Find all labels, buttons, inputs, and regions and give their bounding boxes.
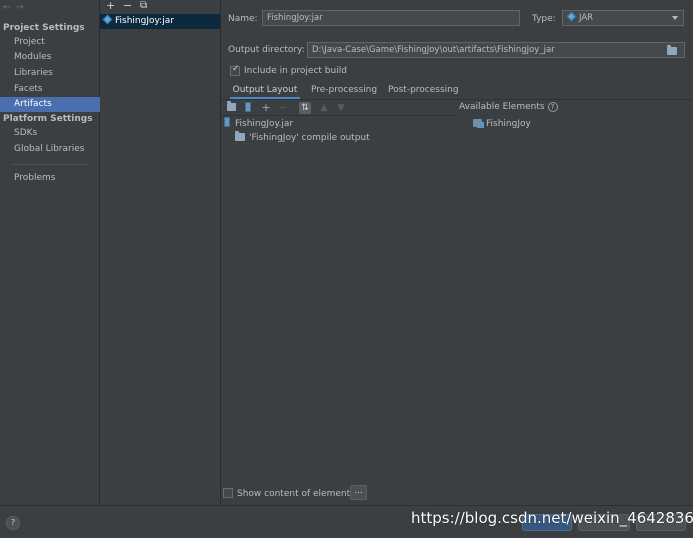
name-field[interactable]: FishingJoy:jar (262, 10, 520, 26)
project-settings-title: Project Settings (3, 23, 85, 33)
watermark-text: https://blog.csdn.net/weixin_46428363 (411, 509, 693, 527)
output-tree-child[interactable]: 'FishingJoy' compile output (235, 131, 370, 145)
type-label: Type: (532, 14, 556, 24)
new-folder-icon[interactable] (225, 101, 237, 114)
include-in-build-label: Include in project build (244, 66, 347, 76)
available-element-label: FishingJoy (486, 119, 531, 129)
forward-arrow-icon[interactable]: → (15, 2, 27, 13)
output-layout-toolbar: + − ⇅ ▲ ▼ (221, 100, 457, 116)
help-button[interactable]: ? (6, 516, 20, 530)
output-dir-value: D:\Java-Case\Game\FishingJoy\out\artifac… (312, 45, 555, 55)
artifact-toolbar: + − ⧉ (100, 0, 221, 14)
sidebar-item-problems[interactable]: Problems (0, 171, 100, 186)
sidebar-item-sdks[interactable]: SDKs (0, 126, 100, 141)
output-tree-root-label: FishingJoy.jar (235, 119, 294, 129)
nav-arrows: ←→ (3, 2, 28, 13)
available-elements-title: Available Elements? (459, 102, 558, 112)
copy-artifact-icon[interactable]: ⧉ (140, 0, 147, 12)
show-content-label: Show content of elements (237, 489, 355, 499)
artifact-item-label: FishingJoy:jar (115, 16, 174, 26)
artifact-list-panel: + − ⧉ FishingJoy:jar (100, 0, 221, 505)
sidebar-item-project[interactable]: Project (0, 35, 100, 50)
artifact-item-fishingjoy-jar[interactable]: FishingJoy:jar (100, 14, 220, 29)
output-tree-child-label: 'FishingJoy' compile output (249, 133, 370, 143)
sort-icon[interactable]: ⇅ (299, 102, 311, 114)
move-down-icon[interactable]: ▼ (335, 102, 347, 114)
chevron-down-icon (672, 16, 678, 20)
module-icon (473, 119, 482, 127)
available-element-fishingjoy[interactable]: FishingJoy (473, 117, 531, 131)
remove-artifact-icon[interactable]: − (123, 0, 132, 12)
add-icon[interactable]: + (260, 102, 272, 114)
sidebar-item-modules[interactable]: Modules (0, 50, 100, 65)
sidebar-item-artifacts[interactable]: Artifacts (0, 97, 100, 112)
available-elements-title-text: Available Elements (459, 102, 545, 112)
include-in-build-checkbox[interactable] (230, 64, 240, 76)
jar-icon[interactable] (242, 102, 254, 114)
compile-output-folder-icon (235, 131, 245, 141)
sidebar-item-facets[interactable]: Facets (0, 82, 100, 97)
artifact-diamond-icon (102, 14, 113, 25)
help-icon[interactable]: ? (547, 102, 558, 112)
tab-output-layout[interactable]: Output Layout (230, 84, 300, 99)
show-content-more-button[interactable]: ... (350, 485, 367, 500)
add-artifact-icon[interactable]: + (106, 0, 115, 12)
output-dir-label: Output directory: (228, 45, 305, 55)
artifact-config-panel: Name: FishingJoy:jar Type: JAR Output di… (221, 0, 693, 505)
sidebar-divider (12, 164, 88, 165)
tab-post-processing[interactable]: Post-processing (388, 84, 459, 99)
move-up-icon[interactable]: ▲ (318, 102, 330, 114)
jar-type-diamond-icon (566, 11, 577, 22)
output-dir-field[interactable]: D:\Java-Case\Game\FishingJoy\out\artifac… (307, 42, 685, 58)
show-content-checkbox[interactable] (223, 488, 233, 498)
output-tree-root[interactable]: FishingJoy.jar (224, 117, 293, 131)
name-label: Name: (228, 14, 258, 24)
back-arrow-icon[interactable]: ← (3, 2, 15, 13)
settings-sidebar: ←→ Project Settings Project Modules Libr… (0, 0, 100, 505)
jar-file-icon (224, 117, 230, 127)
remove-icon[interactable]: − (277, 102, 289, 114)
type-select-value: JAR (579, 13, 594, 23)
platform-settings-title: Platform Settings (3, 114, 93, 124)
browse-folder-icon[interactable] (667, 45, 677, 55)
tab-pre-processing[interactable]: Pre-processing (311, 84, 377, 99)
sidebar-item-libraries[interactable]: Libraries (0, 66, 100, 81)
type-select[interactable]: JAR (562, 10, 684, 26)
sidebar-item-global-libraries[interactable]: Global Libraries (0, 142, 100, 157)
